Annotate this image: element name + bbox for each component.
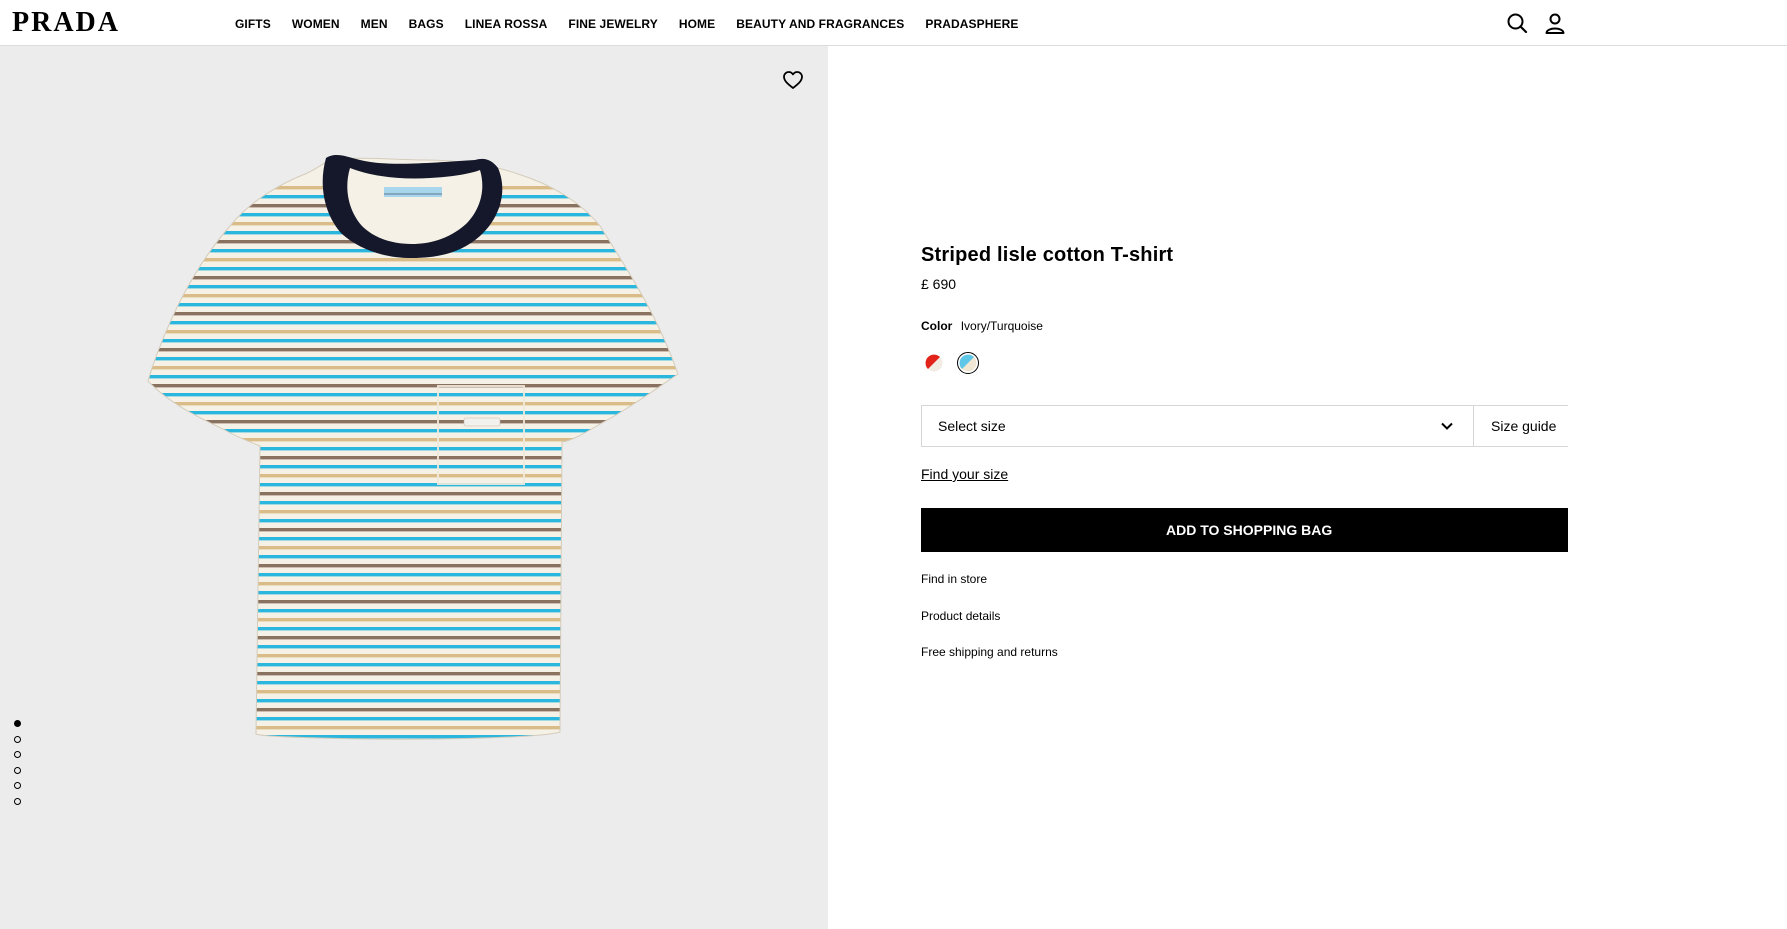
nav-item-gifts[interactable]: GIFTS: [235, 16, 271, 32]
color-row: Color Ivory/Turquoise: [921, 319, 1043, 333]
product-title: Striped lisle cotton T-shirt: [921, 244, 1174, 266]
color-value: Ivory/Turquoise: [960, 319, 1043, 333]
color-swatches: [923, 352, 991, 374]
free-shipping-returns-link[interactable]: Free shipping and returns: [921, 645, 1058, 659]
size-guide-label: Size guide: [1491, 418, 1557, 434]
nav-item-bags[interactable]: BAGS: [409, 16, 444, 32]
main-nav: GIFTS WOMEN MEN BAGS LINEA ROSSA FINE JE…: [235, 16, 1039, 32]
add-to-bag-button[interactable]: ADD TO SHOPPING BAG: [921, 508, 1568, 552]
search-icon[interactable]: [1506, 12, 1528, 34]
nav-item-women[interactable]: WOMEN: [292, 16, 340, 32]
product-price: £ 690: [921, 276, 957, 292]
nav-item-beauty-and-fragrances[interactable]: BEAUTY AND FRAGRANCES: [736, 16, 904, 32]
color-label: Color: [921, 319, 953, 333]
gallery-dot[interactable]: [14, 766, 21, 774]
gallery-dot[interactable]: [14, 735, 21, 743]
prada-logo[interactable]: PRADA: [12, 8, 120, 38]
find-in-store-link[interactable]: Find in store: [921, 572, 987, 586]
nav-item-linea-rossa[interactable]: LINEA ROSSA: [465, 16, 548, 32]
product-details-link[interactable]: Product details: [921, 609, 1000, 623]
account-icon[interactable]: [1544, 12, 1566, 34]
nav-item-fine-jewelry[interactable]: FINE JEWELRY: [568, 16, 657, 32]
gallery-dot[interactable]: [14, 720, 21, 727]
nav-item-pradasphere[interactable]: PRADASPHERE: [925, 16, 1018, 32]
nav-item-men[interactable]: MEN: [361, 16, 388, 32]
swatch-red-white[interactable]: [923, 352, 945, 374]
swatch-ivory-turquoise-icon: [959, 354, 977, 372]
heart-icon[interactable]: [782, 69, 804, 91]
swatch-red-white-icon: [925, 354, 943, 372]
size-guide-button[interactable]: Size guide: [1474, 405, 1568, 447]
gallery-dot[interactable]: [14, 782, 21, 789]
chevron-down-icon: [1441, 422, 1453, 430]
find-your-size-link[interactable]: Find your size: [921, 466, 1008, 482]
size-select[interactable]: Select size: [921, 405, 1474, 447]
gallery-dot[interactable]: [14, 751, 21, 758]
nav-item-home[interactable]: HOME: [679, 16, 715, 32]
add-to-bag-label: ADD TO SHOPPING BAG: [1166, 522, 1333, 538]
product-image-gallery[interactable]: [0, 46, 828, 929]
gallery-pagination: [14, 720, 21, 813]
swatch-ivory-turquoise[interactable]: [957, 352, 979, 374]
gallery-dot[interactable]: [14, 797, 21, 805]
product-image: [147, 154, 679, 740]
size-select-label: Select size: [938, 418, 1006, 434]
site-header: PRADA GIFTS WOMEN MEN BAGS LINEA ROSSA F…: [0, 0, 1787, 46]
